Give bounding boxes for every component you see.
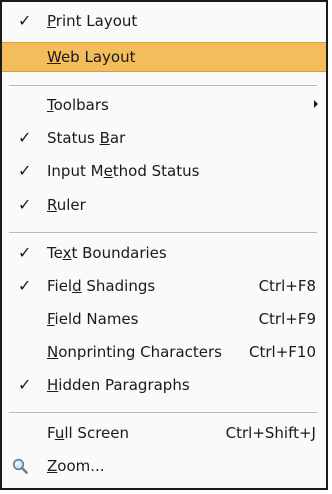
checkmark-icon: ✓ (18, 195, 32, 214)
shortcut-label: Ctrl+F9 (258, 310, 316, 328)
checkmark-icon: ✓ (18, 161, 32, 180)
zoom-magnifier-icon (12, 458, 28, 474)
menu-item-label: Zoom... (47, 457, 105, 475)
menu-item-label: Field Names (47, 310, 139, 328)
menu-item-label: Input Method Status (47, 162, 200, 180)
menu-item-full-screen[interactable]: Full Screen Ctrl+Shift+J (2, 419, 326, 449)
menu-item-label: Web Layout (47, 48, 136, 66)
menu-item-field-shadings[interactable]: ✓ Field Shadings Ctrl+F8 (2, 272, 326, 302)
menu-item-label: Status Bar (47, 129, 126, 147)
menu-item-hidden-paragraphs[interactable]: ✓ Hidden Paragraphs (2, 371, 326, 401)
menu-item-label: Print Layout (47, 12, 138, 30)
menu-item-input-method-status[interactable]: ✓ Input Method Status (2, 157, 326, 187)
menu-item-toolbars[interactable]: Toolbars (2, 91, 326, 121)
menu-item-zoom[interactable]: Zoom... (2, 452, 326, 482)
checkmark-icon: ✓ (18, 375, 32, 394)
menu-item-print-layout[interactable]: ✓ Print Layout (2, 7, 326, 37)
submenu-arrow-icon (314, 100, 318, 108)
menu-item-label: Hidden Paragraphs (47, 376, 190, 394)
menu-separator (9, 85, 317, 87)
shortcut-label: Ctrl+F10 (249, 343, 316, 361)
menu-item-label: Full Screen (47, 424, 130, 442)
menu-item-label: Nonprinting Characters (47, 343, 222, 361)
checkmark-icon: ✓ (18, 243, 32, 262)
checkmark-icon: ✓ (18, 11, 32, 30)
shortcut-label: Ctrl+F8 (258, 277, 316, 295)
checkmark-icon: ✓ (18, 128, 32, 147)
menu-item-label: Toolbars (47, 96, 109, 114)
shortcut-label: Ctrl+Shift+J (225, 424, 316, 442)
menu-item-nonprinting-characters[interactable]: Nonprinting Characters Ctrl+F10 (2, 338, 326, 368)
menu-item-text-boundaries[interactable]: ✓ Text Boundaries (2, 239, 326, 269)
checkmark-icon: ✓ (18, 276, 32, 295)
menu-separator (9, 412, 317, 414)
view-menu: ✓ Print Layout Web Layout Toolbars ✓ Sta… (0, 0, 328, 490)
menu-item-status-bar[interactable]: ✓ Status Bar (2, 124, 326, 154)
menu-item-ruler[interactable]: ✓ Ruler (2, 191, 326, 221)
menu-item-label: Field Shadings (47, 277, 156, 295)
menu-item-label: Ruler (47, 196, 86, 214)
menu-item-label: Text Boundaries (47, 244, 167, 262)
menu-separator (9, 232, 317, 234)
menu-item-field-names[interactable]: Field Names Ctrl+F9 (2, 305, 326, 335)
menu-item-web-layout[interactable]: Web Layout (2, 42, 326, 72)
